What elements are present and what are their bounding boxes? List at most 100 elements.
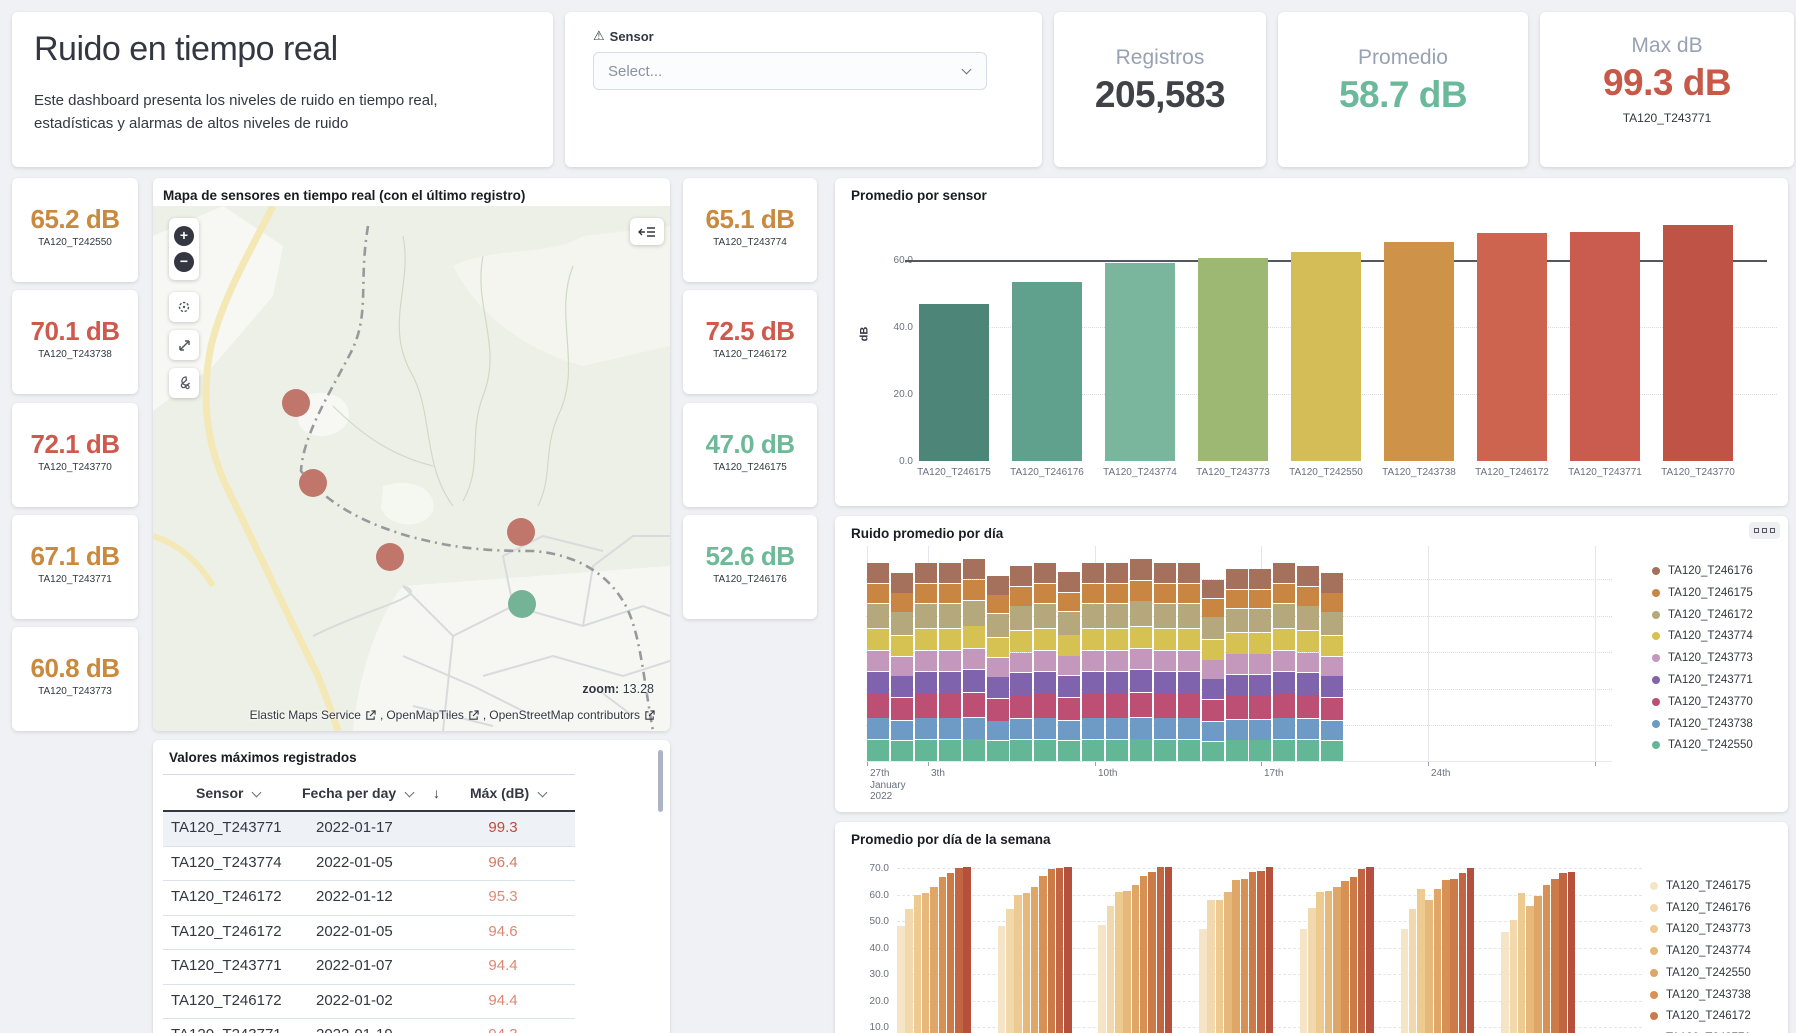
stack-segment-TA120_T243774[interactable] — [1130, 627, 1152, 649]
stack-segment-TA120_T243771[interactable] — [1297, 673, 1319, 695]
stack-segment-TA120_T243771[interactable] — [1010, 673, 1032, 695]
stack-segment-TA120_T243773[interactable] — [987, 658, 1009, 677]
legend-item-TA120_T243738[interactable]: TA120_T243738 — [1650, 986, 1796, 1004]
bar-TA120_T243738[interactable] — [1341, 881, 1349, 1033]
stack-segment-TA120_T243774[interactable] — [915, 629, 937, 650]
stack-segment-TA120_T243738[interactable] — [939, 718, 961, 739]
bar-TA120_T246175[interactable] — [897, 926, 905, 1033]
bar-TA120_T246175[interactable] — [1098, 925, 1106, 1033]
stack-segment-TA120_T243771[interactable] — [1202, 679, 1224, 699]
bar-TA120_T243770[interactable] — [963, 867, 971, 1033]
stack-segment-TA120_T246176[interactable] — [915, 563, 937, 584]
bar-TA120_T242550[interactable] — [1434, 889, 1442, 1033]
stack-segment-TA120_T243773[interactable] — [1058, 656, 1080, 675]
fullscreen-button[interactable] — [169, 330, 199, 360]
stack-segment-TA120_T246175[interactable] — [1297, 587, 1319, 606]
stack-segment-TA120_T243771[interactable] — [1321, 676, 1343, 697]
stack-segment-TA120_T243770[interactable] — [939, 694, 961, 717]
stack-segment-TA120_T243771[interactable] — [1249, 675, 1271, 696]
stack-segment-TA120_T246176[interactable] — [987, 576, 1009, 595]
stack-segment-TA120_T242550[interactable] — [1058, 741, 1080, 762]
bar-TA120_T246172[interactable] — [1450, 879, 1458, 1033]
stack-segment-TA120_T246172[interactable] — [867, 604, 889, 628]
stack-segment-TA120_T243738[interactable] — [1034, 718, 1056, 739]
stack-segment-TA120_T243774[interactable] — [1226, 633, 1248, 654]
map-tools-button[interactable] — [169, 368, 199, 398]
stack-segment-TA120_T243771[interactable] — [1273, 672, 1295, 694]
stack-segment-TA120_T243771[interactable] — [987, 677, 1009, 698]
stack-segment-TA120_T243771[interactable] — [1226, 675, 1248, 696]
stack-segment-TA120_T243738[interactable] — [891, 721, 913, 740]
stack-segment-TA120_T246176[interactable] — [891, 573, 913, 592]
stack-segment-TA120_T243770[interactable] — [1034, 694, 1056, 717]
stack-segment-TA120_T243770[interactable] — [1321, 698, 1343, 720]
bar-TA120_T242550[interactable] — [1534, 896, 1542, 1033]
bar-TA120_T243738[interactable] — [1140, 876, 1148, 1033]
stack-segment-TA120_T246176[interactable] — [1034, 563, 1056, 584]
stack-segment-TA120_T243773[interactable] — [915, 651, 937, 671]
bar-TA120_T246172[interactable] — [1249, 872, 1257, 1033]
bar-TA120_T243771[interactable] — [1570, 232, 1640, 461]
stack-segment-TA120_T243773[interactable] — [1154, 651, 1176, 671]
legend-item-TA120_T243773[interactable]: TA120_T243773 — [1652, 649, 1796, 667]
stack-segment-TA120_T243771[interactable] — [1154, 672, 1176, 694]
stack-segment-TA120_T246175[interactable] — [1249, 590, 1271, 609]
panel-options-icon[interactable] — [1749, 522, 1780, 539]
stack-segment-TA120_T246176[interactable] — [1226, 569, 1248, 589]
table-row[interactable]: TA120_T2461722022-01-1295.3 — [163, 881, 575, 916]
column-header-sensor[interactable]: Sensor — [196, 785, 260, 801]
bar-TA120_T243773[interactable] — [1518, 893, 1526, 1033]
stack-segment-TA120_T243774[interactable] — [1058, 635, 1080, 655]
stack-segment-TA120_T246175[interactable] — [987, 595, 1009, 613]
stack-segment-TA120_T243773[interactable] — [1082, 651, 1104, 671]
stack-segment-TA120_T243770[interactable] — [1082, 694, 1104, 717]
bar-TA120_T246175[interactable] — [1401, 929, 1409, 1033]
stack-segment-TA120_T246176[interactable] — [1321, 573, 1343, 592]
legend-item-TA120_T243771[interactable]: TA120_T243771 — [1652, 671, 1796, 689]
stack-segment-TA120_T246175[interactable] — [1178, 584, 1200, 603]
stack-segment-TA120_T243738[interactable] — [1178, 718, 1200, 739]
bar-TA120_T246175[interactable] — [998, 926, 1006, 1033]
bar-TA120_T242550[interactable] — [930, 887, 938, 1033]
stack-segment-TA120_T246175[interactable] — [1273, 584, 1295, 603]
stack-segment-TA120_T246175[interactable] — [1154, 584, 1176, 603]
bar-TA120_T243771[interactable] — [1459, 873, 1467, 1033]
bar-TA120_T243770[interactable] — [1266, 867, 1274, 1033]
bar-TA120_T243770[interactable] — [1165, 867, 1173, 1033]
legend-item-TA120_T243770[interactable]: TA120_T243770 — [1652, 693, 1796, 711]
legend-item-TA120_T242550[interactable]: TA120_T242550 — [1650, 964, 1796, 982]
stack-segment-TA120_T242550[interactable] — [939, 740, 961, 762]
stack-segment-TA120_T246172[interactable] — [1106, 604, 1128, 628]
stack-segment-TA120_T242550[interactable] — [1082, 740, 1104, 762]
stack-segment-TA120_T246175[interactable] — [963, 580, 985, 600]
stack-segment-TA120_T242550[interactable] — [1202, 742, 1224, 762]
stack-segment-TA120_T243770[interactable] — [1058, 698, 1080, 720]
bar-TA120_T243773[interactable] — [1115, 892, 1123, 1033]
stack-segment-TA120_T246175[interactable] — [1226, 590, 1248, 609]
stack-segment-TA120_T246176[interactable] — [1106, 563, 1128, 584]
stack-segment-TA120_T246176[interactable] — [1082, 563, 1104, 584]
map-canvas[interactable]: + − — [153, 206, 670, 731]
bar-TA120_T243770[interactable] — [1064, 867, 1072, 1033]
stack-segment-TA120_T243773[interactable] — [1226, 654, 1248, 673]
table-row[interactable]: TA120_T2437742022-01-0596.4 — [163, 847, 575, 882]
stack-segment-TA120_T246172[interactable] — [1010, 606, 1032, 630]
legend-item-TA120_T242550[interactable]: TA120_T242550 — [1652, 736, 1796, 754]
legend-item-TA120_T246176[interactable]: TA120_T246176 — [1652, 562, 1796, 580]
stack-segment-TA120_T246175[interactable] — [939, 584, 961, 603]
stack-segment-TA120_T243770[interactable] — [1297, 695, 1319, 718]
legend-item-TA120_T246176[interactable]: TA120_T246176 — [1650, 899, 1796, 917]
stack-segment-TA120_T243770[interactable] — [1226, 696, 1248, 719]
stack-segment-TA120_T242550[interactable] — [915, 740, 937, 762]
stack-segment-TA120_T243773[interactable] — [939, 651, 961, 671]
stack-segment-TA120_T246172[interactable] — [987, 614, 1009, 637]
bar-TA120_T246176[interactable] — [1012, 282, 1082, 461]
bar-TA120_T243774[interactable] — [1224, 892, 1232, 1033]
stack-segment-TA120_T242550[interactable] — [1249, 740, 1271, 761]
stack-segment-TA120_T243774[interactable] — [1249, 633, 1271, 654]
bar-TA120_T243773[interactable] — [914, 895, 922, 1033]
stack-segment-TA120_T243774[interactable] — [1034, 629, 1056, 650]
stack-segment-TA120_T246176[interactable] — [1010, 566, 1032, 586]
stack-segment-TA120_T246176[interactable] — [939, 563, 961, 584]
bar-TA120_T243774[interactable] — [1526, 906, 1534, 1033]
